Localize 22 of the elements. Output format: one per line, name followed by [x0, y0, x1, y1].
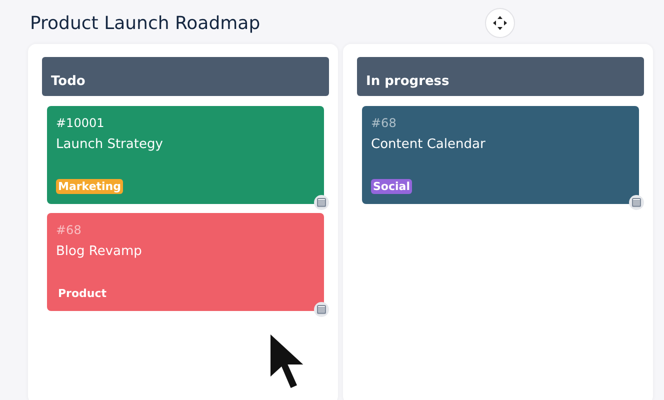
card-title: Launch Strategy	[56, 137, 164, 152]
move-icon	[493, 16, 507, 30]
board-title: Product Launch Roadmap	[30, 12, 262, 34]
card-title: Content Calendar	[371, 137, 486, 152]
calendar-button[interactable]	[314, 195, 329, 210]
calendar-icon	[317, 305, 326, 314]
column-header: In progress	[357, 57, 644, 96]
task-card[interactable]: #10001 Launch Strategy Marketing	[47, 106, 324, 204]
calendar-button[interactable]	[314, 302, 329, 317]
card-tag: Social	[371, 179, 412, 194]
card-id: #68	[56, 223, 82, 237]
calendar-button[interactable]	[629, 195, 644, 210]
card-id: #68	[371, 116, 398, 130]
calendar-icon	[632, 198, 641, 207]
calendar-icon	[317, 198, 326, 207]
card-id: #10001	[56, 116, 106, 130]
task-card[interactable]: #68 Content Calendar Social	[362, 106, 639, 204]
task-card[interactable]: #68 Blog Revamp Product	[47, 213, 324, 311]
card-title: Blog Revamp	[56, 244, 143, 259]
move-button[interactable]	[485, 8, 515, 38]
card-tag: Marketing	[56, 179, 124, 194]
column-header: Todo	[42, 57, 329, 96]
